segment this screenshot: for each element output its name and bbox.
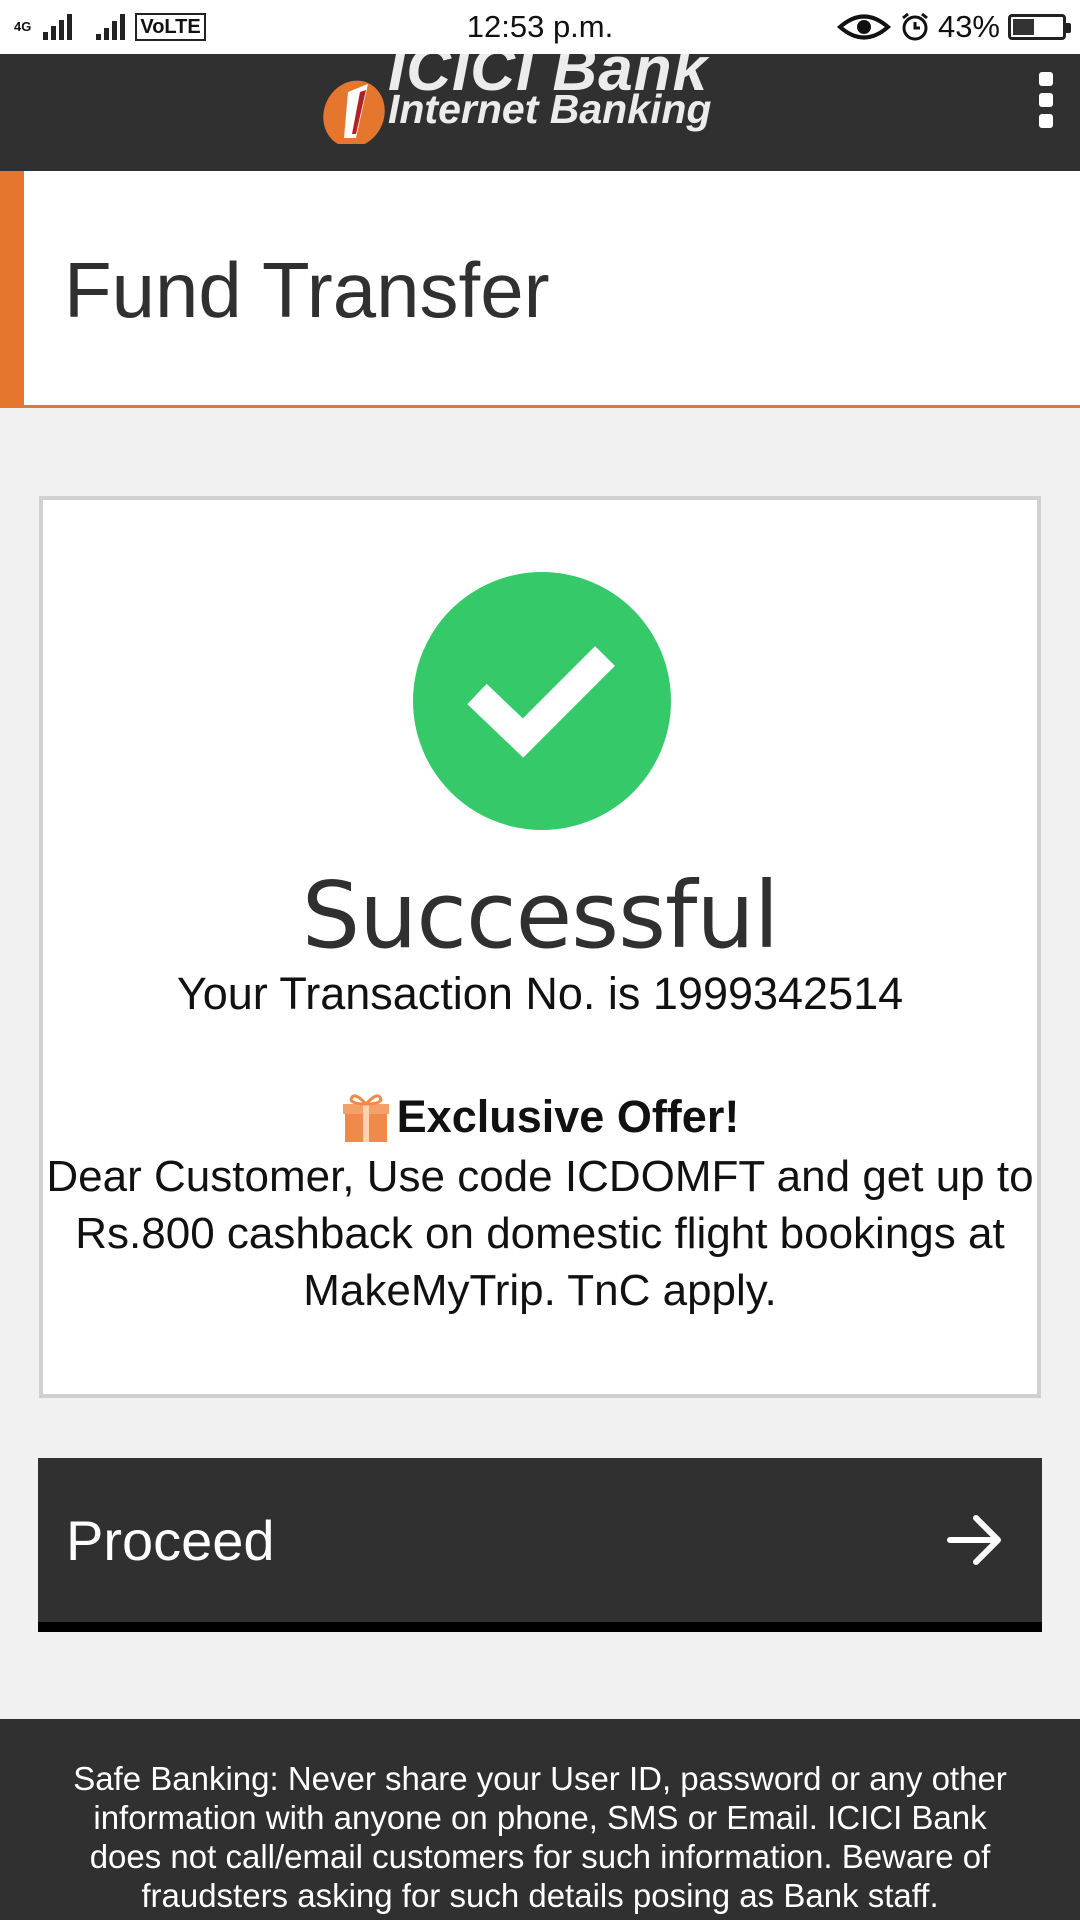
offer-heading: Exclusive Offer! (43, 1090, 1037, 1144)
signal-strength-icon-2 (96, 14, 126, 40)
transaction-result-card: Successful Your Transaction No. is 19993… (39, 496, 1041, 1398)
page-title: Fund Transfer (64, 246, 550, 334)
icici-bank-logo[interactable]: ICICI Bank Internet Banking (316, 54, 776, 144)
status-bar: 4G VoLTE 12:53 p.m. 43% (0, 0, 1080, 54)
transaction-number: Your Transaction No. is 1999342514 (176, 968, 904, 1019)
proceed-label: Proceed (66, 1508, 275, 1572)
eye-icon (836, 14, 891, 40)
network-type: 4G (14, 19, 32, 34)
status-heading: Successful (43, 862, 1037, 969)
signal-strength-icon (43, 14, 73, 40)
battery-percent: 43% (937, 9, 1000, 44)
kebab-menu-icon[interactable] (1030, 68, 1062, 132)
alarm-clock-icon (902, 12, 928, 41)
check-circle-icon (413, 572, 671, 830)
status-bar-right: 43% (836, 9, 1071, 45)
offer-description: Dear Customer, Use code ICDOMFT and get … (46, 1152, 1034, 1315)
status-text: Successful (301, 862, 780, 969)
icici-logo-icon (323, 80, 385, 144)
proceed-button[interactable]: Proceed (38, 1458, 1042, 1632)
page-title-section: Fund Transfer (0, 171, 1080, 408)
logo-subtitle-text: Internet Banking (388, 86, 712, 132)
arrow-right-icon (947, 1515, 1001, 1565)
safe-banking-notice: Safe Banking: Never share your User ID, … (73, 1760, 1007, 1914)
gift-icon (342, 1094, 389, 1142)
app-header: ICICI Bank Internet Banking (0, 54, 1080, 171)
battery-level (1013, 19, 1034, 35)
offer-title: Exclusive Offer! (396, 1091, 740, 1142)
battery-icon (1008, 14, 1071, 40)
checkmark-icon (467, 646, 615, 758)
status-bar-left: 4G VoLTE (14, 13, 206, 41)
volte-badge: VoLTE (135, 13, 206, 41)
safe-banking-footer: Safe Banking: Never share your User ID, … (0, 1719, 1080, 1920)
